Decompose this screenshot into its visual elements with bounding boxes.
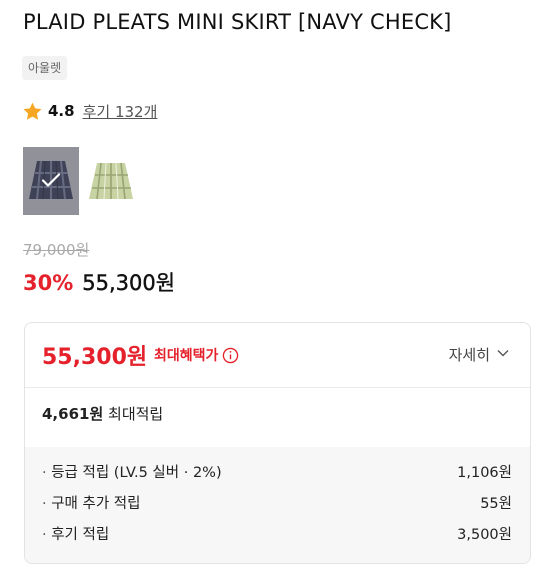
max-benefit-panel: 55,300원 최대혜택가 자세히 4,661원 최대적립 등급 적립 (LV.…	[24, 322, 531, 564]
color-thumbnails	[23, 147, 139, 215]
chevron-down-icon	[496, 346, 510, 364]
breakdown-row-purchase: 구매 추가 적립 55원	[42, 492, 512, 516]
green-skirt-image	[83, 147, 139, 215]
breakdown-value: 55원	[480, 496, 512, 512]
reviews-link[interactable]: 후기 132개	[83, 101, 158, 122]
max-benefit-label: 최대혜택가	[154, 345, 239, 365]
accrual-breakdown: 등급 적립 (LV.5 실버 · 2%) 1,106원 구매 추가 적립 55원…	[25, 447, 530, 563]
max-accrual-amount: 4,661원	[42, 405, 104, 423]
original-price: 79,000원	[23, 241, 90, 259]
breakdown-label: 등급 적립 (LV.5 실버 · 2%)	[42, 461, 221, 485]
benefit-header: 55,300원 최대혜택가 자세히	[25, 323, 530, 388]
breakdown-value: 3,500원	[457, 527, 512, 543]
max-accrual-row: 4,661원 최대적립	[42, 403, 163, 424]
max-accrual-label: 최대적립	[108, 405, 164, 423]
breakdown-row-review: 후기 적립 3,500원	[42, 523, 512, 547]
breakdown-label: 후기 적립	[42, 523, 109, 547]
max-benefit-price: 55,300원	[42, 345, 148, 370]
thumbnail-green-check[interactable]	[83, 147, 139, 215]
outlet-tag: 아울렛	[22, 56, 68, 80]
star-icon	[22, 101, 43, 122]
details-toggle-label: 자세히	[448, 346, 490, 364]
breakdown-label: 구매 추가 적립	[42, 492, 140, 516]
thumbnail-navy-check[interactable]	[23, 147, 79, 215]
breakdown-row-grade: 등급 적립 (LV.5 실버 · 2%) 1,106원	[42, 461, 512, 485]
price-row: 30% 55,300원	[23, 267, 175, 297]
max-benefit-label-text: 최대혜택가	[154, 348, 219, 364]
breakdown-value: 1,106원	[457, 465, 512, 481]
sale-price: 55,300원	[82, 271, 176, 295]
details-toggle-button[interactable]: 자세히	[449, 344, 510, 365]
discount-rate: 30%	[23, 271, 74, 295]
product-title: PLAID PLEATS MINI SKIRT [NAVY CHECK]	[23, 10, 452, 34]
info-icon[interactable]	[222, 347, 239, 364]
rating-row: 4.8 후기 132개	[22, 99, 157, 123]
rating-score: 4.8	[48, 102, 75, 120]
